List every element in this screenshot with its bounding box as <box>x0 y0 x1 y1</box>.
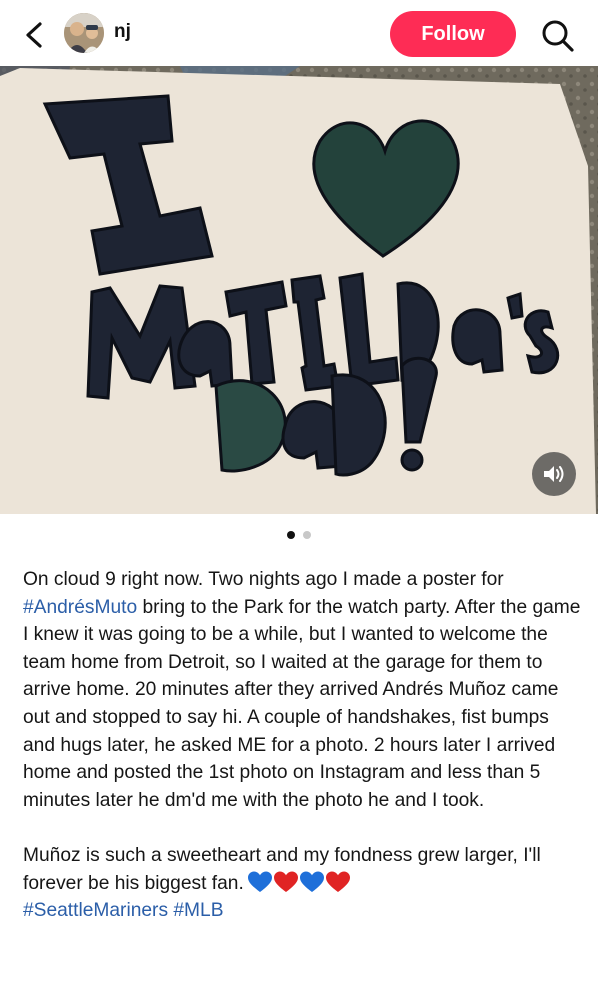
hashtag-seattlemariners[interactable]: #SeattleMariners <box>23 900 168 921</box>
caption-text: On cloud 9 right now. Two nights ago I m… <box>23 569 504 590</box>
image-pager <box>0 528 598 542</box>
red-heart-icon <box>325 871 350 892</box>
caption-paragraph-2: Muñoz is such a sweetheart and my fondne… <box>23 842 583 925</box>
caption-paragraph-1: On cloud 9 right now. Two nights ago I m… <box>23 566 583 814</box>
hashtag-mlb[interactable]: #MLB <box>173 900 223 921</box>
post-caption: On cloud 9 right now. Two nights ago I m… <box>23 566 583 925</box>
follow-button[interactable]: Follow <box>390 11 516 57</box>
heart-emojis <box>247 871 350 893</box>
back-arrow-icon[interactable] <box>18 18 52 52</box>
username[interactable]: nj <box>114 21 131 43</box>
pager-dot-2[interactable] <box>303 531 311 539</box>
caption-text: bring to the Park for the watch party. A… <box>23 596 581 811</box>
blue-heart-icon <box>247 871 272 892</box>
post-image[interactable] <box>0 66 598 514</box>
top-bar: nj Follow <box>0 0 598 66</box>
red-heart-icon <box>273 871 298 892</box>
blue-heart-icon <box>299 871 324 892</box>
avatar[interactable] <box>64 13 104 53</box>
search-icon[interactable] <box>538 16 578 56</box>
pager-dot-1[interactable] <box>287 531 295 539</box>
volume-icon[interactable] <box>532 452 576 496</box>
hashtag-andresmuto[interactable]: #AndrésMuto <box>23 597 137 618</box>
